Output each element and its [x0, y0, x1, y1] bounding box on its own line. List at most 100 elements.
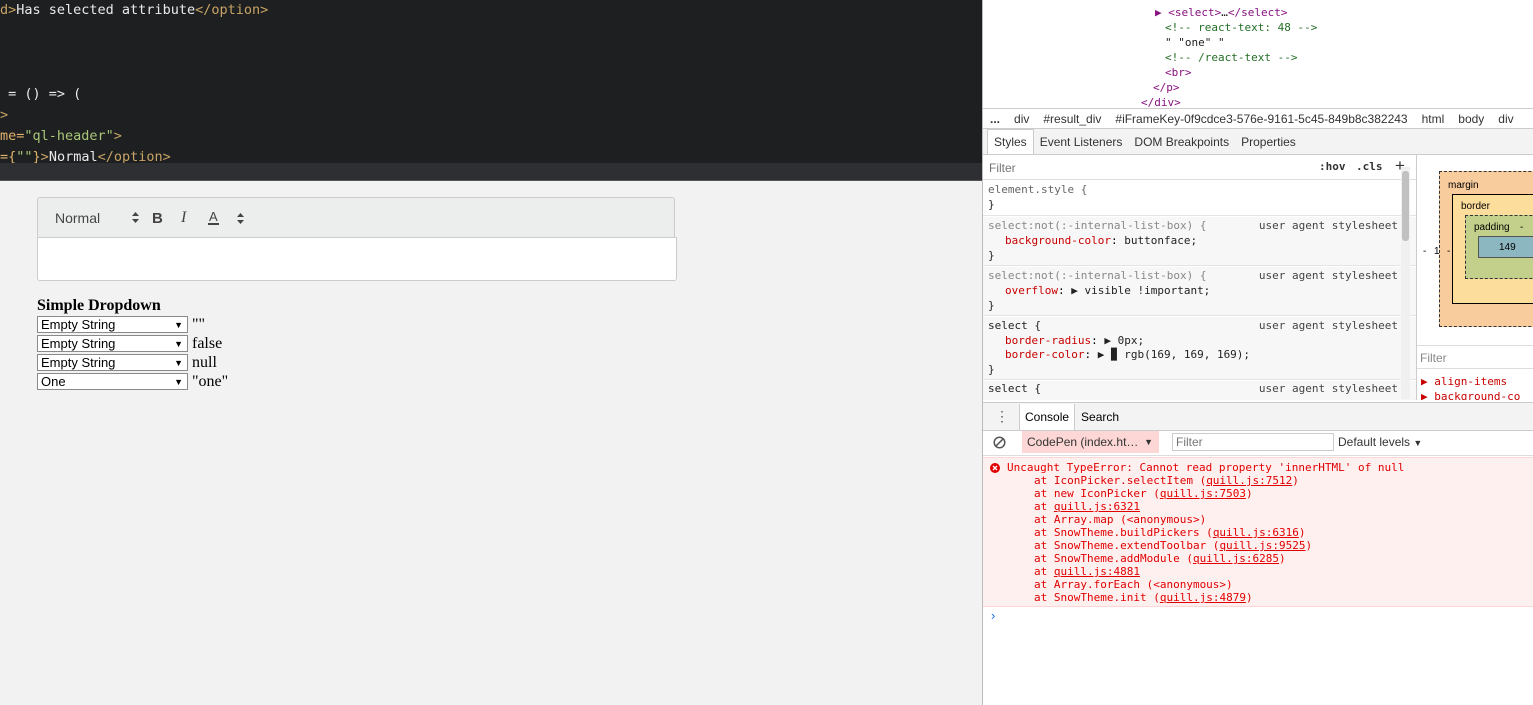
cls-button[interactable]: .cls [1356, 160, 1383, 173]
source-link[interactable]: quill.js:6321 [1054, 500, 1140, 513]
tab-event-listeners[interactable]: Event Listeners [1034, 130, 1129, 154]
console-toolbar: CodePen (index.ht… ▼ Default levels ▼ [983, 430, 1533, 456]
box-margin[interactable]: margin border padding - 149 [1439, 171, 1533, 327]
rule-prop[interactable]: border-color: ▶ ▉ rgb(169, 169, 169); [1005, 348, 1250, 361]
console-prompt-icon[interactable]: › [991, 608, 995, 623]
dom-node[interactable]: </p> [1153, 81, 1180, 94]
dropdown-arrow-icon: ▼ [174, 338, 183, 349]
stack-frame: at SnowTheme.init (quill.js:4879) [1034, 591, 1253, 604]
border-label: border [1461, 201, 1490, 212]
tab-styles[interactable]: Styles [987, 129, 1034, 154]
style-rule[interactable]: element.style { } [983, 181, 1416, 216]
source-link[interactable]: quill.js:4879 [1160, 591, 1246, 604]
hov-button[interactable]: :hov [1319, 160, 1346, 173]
breadcrumb-item[interactable]: html [1422, 112, 1445, 126]
dom-node[interactable]: <br> [1165, 66, 1192, 79]
source-link[interactable]: quill.js:6316 [1213, 526, 1299, 539]
box-padding[interactable]: padding - 149 [1465, 215, 1533, 279]
style-rule[interactable]: select:not(:-internal-list-box) { user a… [983, 217, 1416, 266]
console-filter-input[interactable] [1172, 433, 1334, 451]
dropdown-value: "" [192, 315, 206, 333]
dropdown-value: "one" [192, 372, 229, 390]
source-link[interactable]: quill.js:6285 [1193, 552, 1279, 565]
rule-prop[interactable]: border-radius: ▶ 0px; [1005, 334, 1144, 347]
styles-filter-input[interactable] [987, 159, 1251, 177]
levels-dropdown[interactable]: Default levels ▼ [1338, 435, 1422, 449]
style-rule[interactable]: select { user agent stylesheet [983, 381, 1416, 400]
updown-arrows-icon [132, 212, 139, 223]
dom-node[interactable]: <!-- react-text: 48 --> [1165, 21, 1317, 34]
stack-frame: at quill.js:4881 [1034, 565, 1140, 578]
breadcrumb-item[interactable]: body [1458, 112, 1484, 126]
dropdown-selected: Empty String [41, 355, 116, 370]
styles-pane: :hov .cls + element.style { } select:not… [983, 155, 1416, 400]
margin-label: margin [1448, 180, 1479, 191]
rule-prop[interactable]: background-color: buttonface; [1005, 234, 1197, 247]
source-link[interactable]: quill.js:4881 [1054, 565, 1140, 578]
box-border[interactable]: border padding - 149 [1452, 194, 1533, 304]
color-picker-arrows[interactable] [237, 198, 244, 238]
dropdown-value: null [192, 353, 217, 371]
bold-button[interactable]: B [152, 198, 163, 238]
tab-dom-breakpoints[interactable]: DOM Breakpoints [1128, 130, 1235, 154]
stack-frame: at quill.js:6321 [1034, 500, 1140, 513]
rule-close: } [988, 299, 995, 312]
dropdown-select[interactable]: Empty String ▼ [37, 354, 188, 371]
breadcrumb-item[interactable]: ... [990, 112, 1000, 126]
style-rule[interactable]: select { user agent stylesheet border-ra… [983, 317, 1416, 380]
code-editor[interactable]: d>Has selected attribute</option> = () =… [0, 0, 982, 163]
computed-prop[interactable]: ▶ background-co [1421, 390, 1520, 400]
stack-frame: at new IconPicker (quill.js:7503) [1034, 487, 1253, 500]
scrollbar-thumb[interactable] [1402, 171, 1409, 241]
context-selector[interactable]: CodePen (index.ht… ▼ [1022, 431, 1159, 453]
rule-prop[interactable]: overflow: ▶ visible !important; [1005, 284, 1210, 297]
style-rule[interactable]: select:not(:-internal-list-box) { user a… [983, 267, 1416, 316]
dom-node[interactable]: <br> [1153, 0, 1180, 3]
rule-source: user agent stylesheet [1258, 269, 1398, 282]
rule-selector: select:not(:-internal-list-box) { [988, 269, 1207, 282]
devtools-panel: <br> ▶ <select>…</select> <!-- react-tex… [982, 0, 1533, 705]
color-picker[interactable]: A [208, 198, 219, 238]
dropdown-select[interactable]: Empty String ▼ [37, 316, 188, 333]
breadcrumb-item[interactable]: #iFrameKey-0f9cdce3-576e-9161-5c45-849b8… [1115, 112, 1407, 126]
tab-search[interactable]: Search [1075, 410, 1125, 424]
breadcrumb-item[interactable]: div [1498, 112, 1513, 126]
computed-filter-input[interactable]: Filter [1420, 351, 1447, 365]
quill-toolbar: Normal B I A [37, 197, 675, 237]
dom-node[interactable]: <!-- /react-text --> [1165, 51, 1297, 64]
code-line: = () => ( [0, 86, 82, 102]
quill-editor-area[interactable] [37, 237, 677, 281]
box-content[interactable]: 149 [1478, 236, 1533, 258]
bold-icon: B [152, 209, 163, 227]
tab-properties[interactable]: Properties [1235, 130, 1302, 154]
dropdown-row: One ▼ "one" [37, 372, 228, 391]
dom-node[interactable]: </div> [1141, 96, 1181, 108]
computed-prop[interactable]: ▶ align-items [1421, 375, 1507, 388]
source-link[interactable]: quill.js:7503 [1160, 487, 1246, 500]
dropdown-row: Empty String ▼ null [37, 353, 217, 372]
dom-node[interactable]: " "one" " [1165, 36, 1225, 49]
computed-filter-bar: Filter [1417, 345, 1533, 369]
preview-pane: Normal B I A Simple Dropdown Empty Strin… [0, 181, 982, 705]
dom-node[interactable]: ▶ <select>…</select> [1155, 6, 1287, 19]
italic-button[interactable]: I [181, 198, 186, 238]
dropdown-select[interactable]: Empty String ▼ [37, 335, 188, 352]
header-picker[interactable]: Normal [55, 198, 139, 238]
tab-console[interactable]: Console [1019, 403, 1076, 430]
breadcrumb-item[interactable]: #result_div [1043, 112, 1101, 126]
source-link[interactable]: quill.js:7512 [1206, 474, 1292, 487]
updown-arrows-icon [237, 212, 244, 224]
pane-resizer[interactable] [0, 163, 982, 181]
dropdown-select[interactable]: One ▼ [37, 373, 188, 390]
text-color-icon: A [208, 209, 219, 225]
breadcrumb-item[interactable]: div [1014, 112, 1029, 126]
source-link[interactable]: quill.js:9525 [1219, 539, 1305, 552]
content-size: 149 [1499, 241, 1516, 253]
clear-console-icon[interactable] [993, 436, 1006, 449]
dropdown-value: false [192, 334, 223, 352]
code-line: > [0, 107, 9, 123]
more-options-icon[interactable]: ⋮ [995, 408, 1009, 425]
styles-scrollbar[interactable] [1401, 167, 1410, 399]
dropdown-selected: Empty String [41, 317, 116, 332]
dom-tree[interactable]: <br> ▶ <select>…</select> <!-- react-tex… [983, 0, 1533, 108]
